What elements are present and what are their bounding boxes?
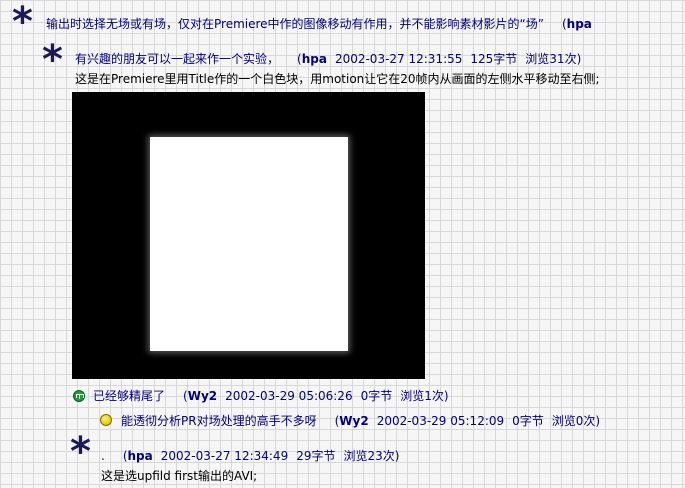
post-row: 输出时选择无场或有场，仅对在Premiere中作的图像移动有作用，并不能影响素材… — [46, 16, 592, 32]
post-date: 2002-03-29 05:06:26 — [225, 389, 353, 403]
white-block-image — [150, 137, 348, 351]
star-icon: * — [12, 0, 33, 45]
post-title-link[interactable]: 输出时选择无场或有场，仅对在Premiere中作的图像移动有作用，并不能影响素材… — [46, 17, 544, 31]
post-meta: (hpa — [552, 17, 592, 31]
post-title-link[interactable]: . — [101, 449, 105, 463]
post-views: 浏览31次) — [525, 52, 582, 66]
post-author[interactable]: hpa — [128, 449, 153, 463]
post-size: 0字节 — [360, 389, 393, 403]
post-size: 29字节 — [296, 449, 336, 463]
post-meta: (Wy2 2002-03-29 05:12:09 0字节 浏览0次) — [325, 414, 601, 428]
post-row: 已经够精尾了 (Wy2 2002-03-29 05:06:26 0字节 浏览1次) — [93, 388, 449, 404]
post-date: 2002-03-27 12:34:49 — [160, 449, 289, 463]
post-status-icon — [100, 414, 112, 426]
star-icon: * — [70, 429, 91, 475]
post-views: 浏览0次) — [551, 414, 601, 428]
post-author[interactable]: hpa — [302, 52, 327, 66]
post-body-text: 这是在Premiere里用Title作的一个白色块，用motion让它在20帧内… — [75, 72, 600, 86]
post-title-link[interactable]: 已经够精尾了 — [93, 389, 165, 403]
post-meta: (hpa 2002-03-27 12:31:55 125字节 浏览31次) — [287, 52, 581, 66]
star-icon: * — [42, 37, 63, 83]
post-date: 2002-03-29 05:12:09 — [376, 414, 505, 428]
post-title-link[interactable]: 有兴趣的朋友可以一起来作一个实验， — [75, 52, 279, 66]
post-image — [72, 92, 425, 379]
post-views: 浏览23次) — [343, 449, 400, 463]
post-author[interactable]: Wy2 — [339, 414, 368, 428]
post-meta: (hpa 2002-03-27 12:34:49 29字节 浏览23次) — [113, 449, 400, 463]
post-meta: (Wy2 2002-03-29 05:06:26 0字节 浏览1次) — [173, 389, 449, 403]
post-size: 125字节 — [470, 52, 518, 66]
post-status-icon — [73, 390, 85, 402]
post-author[interactable]: hpa — [567, 17, 592, 31]
post-row: 能透彻分析PR对场处理的高手不多呀 (Wy2 2002-03-29 05:12:09… — [121, 413, 600, 429]
post-row: . (hpa 2002-03-27 12:34:49 29字节 浏览23次) — [101, 448, 399, 464]
post-date: 2002-03-27 12:31:55 — [334, 52, 463, 66]
post-row: 有兴趣的朋友可以一起来作一个实验， (hpa 2002-03-27 12:31:55… — [75, 51, 581, 67]
post-size: 0字节 — [512, 414, 544, 428]
post-body-text: 这是选upfild first输出的AVI; — [101, 469, 258, 483]
post-title-link[interactable]: 能透彻分析PR对场处理的高手不多呀 — [121, 414, 317, 428]
post-author[interactable]: Wy2 — [188, 389, 217, 403]
post-views: 浏览1次) — [400, 389, 449, 403]
